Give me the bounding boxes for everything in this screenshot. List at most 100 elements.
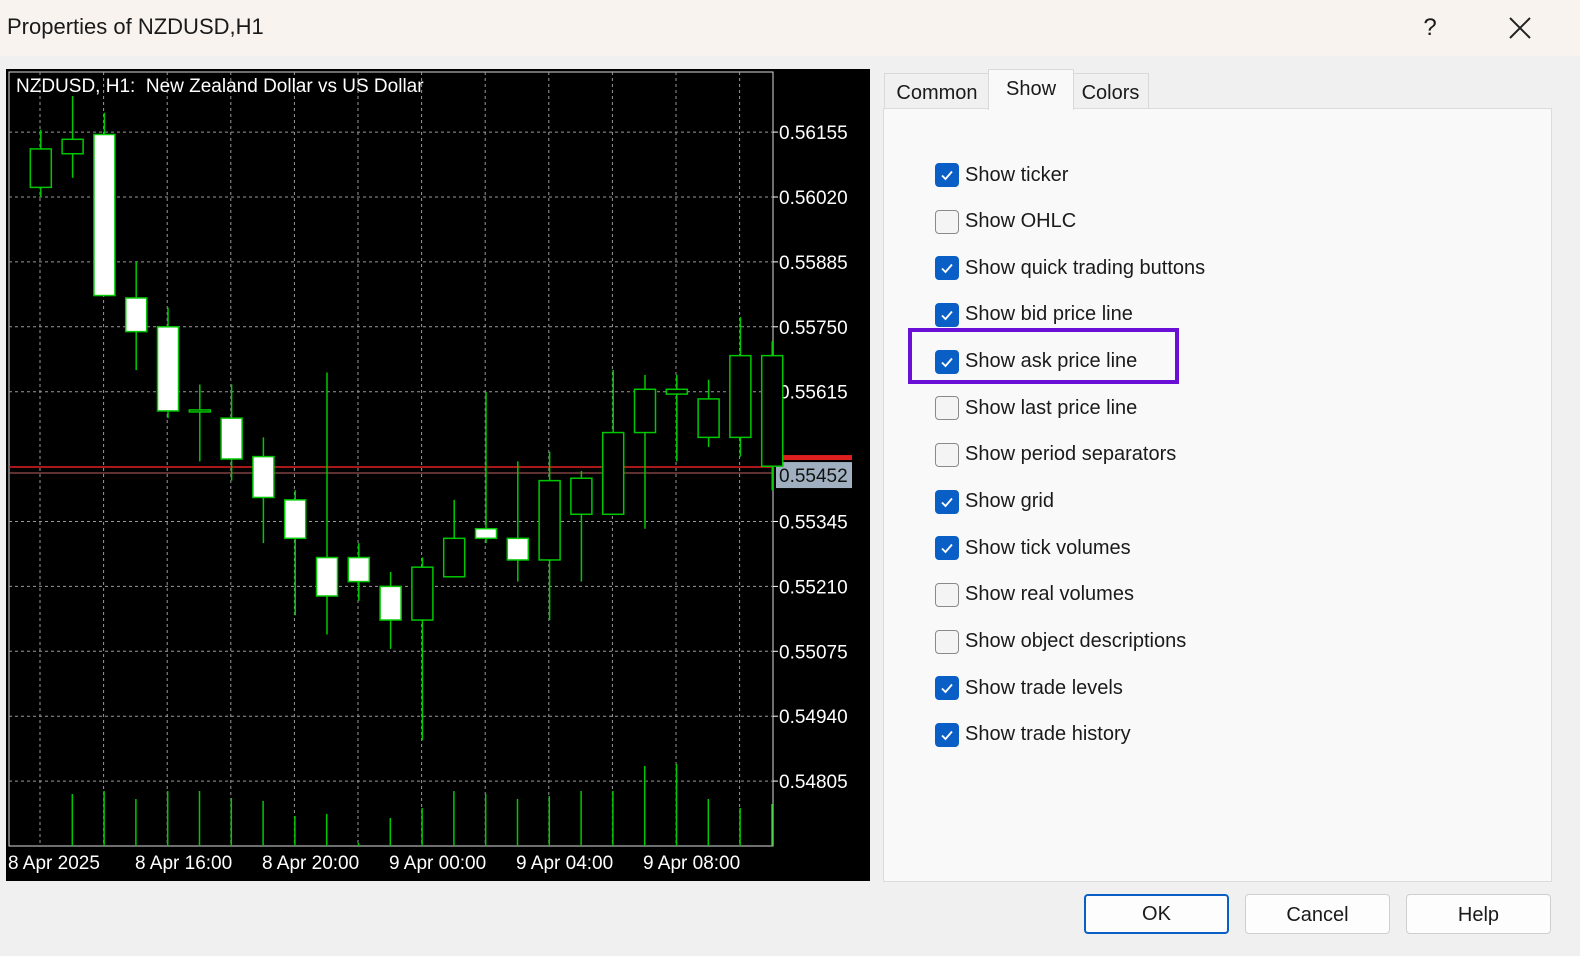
checkbox-checked[interactable] xyxy=(935,302,959,327)
candle-body xyxy=(347,556,371,583)
chart-preview: 0.56155 0.56020 0.55885 0.55750 0.55615 0.553… xyxy=(6,69,870,881)
candle-body xyxy=(93,133,116,297)
help-button[interactable]: Help xyxy=(1406,894,1551,934)
option-show-quick-trading-buttons[interactable]: Show quick trading buttons xyxy=(935,254,1205,282)
option-label: Show period separators xyxy=(965,443,1177,466)
time-label: 9 Apr 00:00 xyxy=(389,853,486,874)
tab-colors[interactable]: Colors xyxy=(1072,73,1149,108)
candle-body xyxy=(442,537,466,578)
time-label: 9 Apr 04:00 xyxy=(516,853,613,874)
check-icon xyxy=(941,170,953,181)
check-icon xyxy=(941,357,953,367)
candle-body xyxy=(411,566,434,621)
candle-body xyxy=(729,354,752,439)
window-title: Properties of NZDUSD,H1 xyxy=(7,14,264,39)
option-label: Show trade levels xyxy=(965,676,1123,699)
price-label: 0.56020 xyxy=(779,188,848,209)
option-show-bid-price-line[interactable]: Show bid price line xyxy=(935,301,1133,329)
show-options-panel: Show ticker Show OHLC Show quick trading b… xyxy=(883,108,1552,882)
option-show-ohlc[interactable]: Show OHLC xyxy=(935,208,1076,236)
option-label: Show OHLC xyxy=(965,210,1077,233)
option-show-trade-history[interactable]: Show trade history xyxy=(935,721,1131,749)
time-label: 8 Apr 2025 xyxy=(8,853,100,874)
time-label: 8 Apr 20:00 xyxy=(262,853,359,874)
candle-body xyxy=(156,326,180,412)
option-show-trade-levels[interactable]: Show trade levels xyxy=(935,674,1123,702)
candle-body xyxy=(188,409,212,413)
candle-body xyxy=(697,398,720,439)
candle-body xyxy=(315,556,339,597)
check-icon xyxy=(941,730,953,741)
candle-body xyxy=(601,431,625,516)
checkbox-unchecked[interactable] xyxy=(935,209,959,234)
cancel-button[interactable]: Cancel xyxy=(1245,894,1390,934)
option-label: Show object descriptions xyxy=(965,630,1187,652)
option-show-ask-price-line[interactable]: Show ask price line xyxy=(935,348,1137,376)
current-price-label: 0.55452 xyxy=(779,466,848,487)
tab-show[interactable]: Show xyxy=(988,69,1074,110)
candle-body xyxy=(760,354,784,467)
option-label: Show bid price line xyxy=(965,303,1133,326)
option-show-period-separators[interactable]: Show period separators xyxy=(935,441,1176,469)
option-show-real-volumes[interactable]: Show real volumes xyxy=(935,581,1134,609)
candlestick-chart: 0.56155 0.56020 0.55885 0.55750 0.55615 0.553… xyxy=(8,71,852,874)
candle-body xyxy=(538,479,561,561)
option-label: Show ticker xyxy=(965,163,1069,186)
price-label: 0.55885 xyxy=(779,253,848,274)
candle-body xyxy=(29,148,53,189)
candle-body xyxy=(61,138,84,155)
option-show-object-descriptions[interactable]: Show object descriptions xyxy=(935,628,1186,656)
checkbox-unchecked[interactable] xyxy=(935,396,959,421)
candle-body xyxy=(633,388,657,434)
price-label: 0.55075 xyxy=(779,642,848,663)
tab-common[interactable]: Common xyxy=(884,73,990,108)
check-icon xyxy=(941,310,953,321)
check-icon xyxy=(941,264,953,274)
checkbox-checked[interactable] xyxy=(935,489,959,514)
bid-price-marker xyxy=(774,455,852,461)
checkbox-checked[interactable] xyxy=(935,256,959,281)
checkbox-checked[interactable] xyxy=(935,536,959,561)
option-label: Show last price line xyxy=(965,396,1138,419)
option-show-ticker[interactable]: Show ticker xyxy=(935,161,1068,189)
candle-body xyxy=(506,537,530,561)
candle-body xyxy=(252,455,275,499)
time-label: 8 Apr 16:00 xyxy=(135,853,232,874)
chart-header: NZDUSD, H1: New Zealand Dollar vs US Dol… xyxy=(16,76,424,97)
option-show-tick-volumes[interactable]: Show tick volumes xyxy=(935,534,1131,562)
candle-body xyxy=(665,388,689,395)
checkbox-checked[interactable] xyxy=(935,163,959,187)
candle-body xyxy=(124,297,148,333)
option-label: Show grid xyxy=(965,490,1054,513)
price-label: 0.55615 xyxy=(779,383,848,404)
price-label: 0.55345 xyxy=(779,512,848,533)
price-label: 0.55750 xyxy=(779,318,848,339)
time-label: 9 Apr 08:00 xyxy=(643,853,740,874)
option-label: Show quick trading buttons xyxy=(965,256,1206,279)
check-icon xyxy=(941,497,953,507)
option-show-last-price-line[interactable]: Show last price line xyxy=(935,394,1137,422)
checkbox-unchecked[interactable] xyxy=(935,442,959,467)
candle-body xyxy=(283,499,307,540)
checkbox-unchecked[interactable] xyxy=(935,629,959,654)
candle-body xyxy=(220,417,243,460)
help-icon[interactable]: ? xyxy=(1410,8,1450,48)
check-icon xyxy=(941,684,953,694)
close-icon[interactable] xyxy=(1500,8,1540,48)
option-label: Show trade history xyxy=(965,723,1131,746)
ok-button[interactable]: OK xyxy=(1084,894,1229,934)
option-label: Show real volumes xyxy=(965,583,1134,606)
price-label: 0.54940 xyxy=(779,707,848,728)
plot-border xyxy=(8,71,774,847)
checkbox-checked[interactable] xyxy=(935,349,959,374)
option-label: Show tick volumes xyxy=(965,536,1131,559)
option-label: Show ask price line xyxy=(965,350,1138,373)
checkbox-checked[interactable] xyxy=(935,676,959,701)
checkbox-checked[interactable] xyxy=(935,722,959,747)
candle-body xyxy=(474,527,498,540)
option-show-grid[interactable]: Show grid xyxy=(935,488,1054,516)
title-bar: Properties of NZDUSD,H1 ? xyxy=(0,0,1580,56)
candle-body xyxy=(570,477,593,516)
check-icon xyxy=(941,544,953,554)
checkbox-unchecked[interactable] xyxy=(935,582,959,607)
